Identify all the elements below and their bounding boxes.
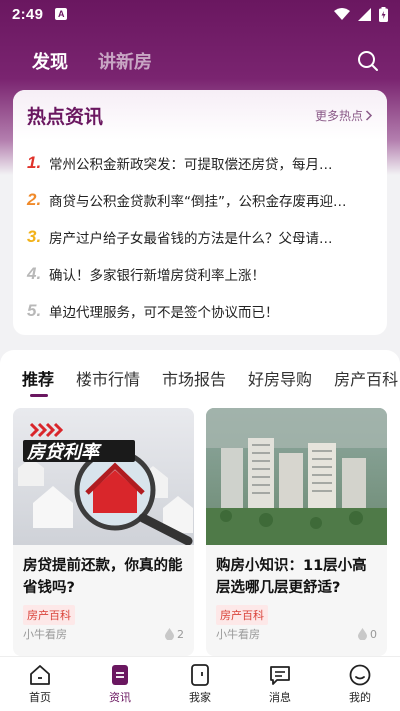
article-footer: 小牛看房 2 xyxy=(23,626,184,642)
article-card[interactable]: 房贷利率 房贷提前还款，你真的能省钱吗? 房产百科 小牛看房 2 xyxy=(13,408,194,656)
tab-label: 推荐 xyxy=(22,370,55,389)
rank-number: 4. xyxy=(27,263,42,283)
author-name: 小牛看房 xyxy=(216,628,260,641)
top-tabs: 发现 讲新房 xyxy=(0,45,400,77)
tab-discover[interactable]: 发现 xyxy=(32,48,68,74)
signal-icon xyxy=(358,7,371,21)
status-time: 2:49 xyxy=(12,5,44,23)
nav-profile[interactable]: 我的 xyxy=(320,657,400,711)
news-headline: 确认！多家银行新增房贷利率上涨！ xyxy=(49,267,265,284)
category-tag: 房产百科 xyxy=(23,605,75,625)
rank-number: 3. xyxy=(27,226,42,246)
tab-market-reports[interactable]: 市场报告 xyxy=(162,366,226,390)
nav-news[interactable]: 资讯 xyxy=(80,657,160,711)
hot-news-item[interactable]: 2. 商贷与公积金贷款利率“倒挂”，公积金存废再迎… xyxy=(27,181,373,218)
news-headline: 单边代理服务，可不是签个协议而已！ xyxy=(49,304,279,321)
article-title: 购房小知识：11层小高层选哪几层更舒适? xyxy=(216,558,367,596)
rank-number: 1. xyxy=(27,152,42,172)
rank-number: 5. xyxy=(27,300,42,320)
news-headline: 常州公积金新政突发：可提取偿还房贷，每月… xyxy=(49,156,333,173)
hot-news-item[interactable]: 5. 单边代理服务，可不是签个协议而已！ xyxy=(27,292,373,329)
article-thumbnail-buildings xyxy=(206,408,387,545)
article-title: 房贷提前还款，你真的能省钱吗? xyxy=(23,558,183,596)
hot-news-item[interactable]: 3. 房产过户给子女最省钱的方法是什么？父母请… xyxy=(27,218,373,255)
nav-label: 我家 xyxy=(189,690,211,704)
like-count-value: 2 xyxy=(177,627,184,641)
wifi-icon xyxy=(334,8,350,20)
my-home-icon xyxy=(191,663,209,686)
hot-news-header: 热点资讯 更多热点 xyxy=(13,90,387,140)
news-feed: 推荐 楼市行情 市场报告 好房导购 房产百科 房贷利率 房贷提前还款，你真的能省… xyxy=(0,350,400,660)
tab-market-trends[interactable]: 楼市行情 xyxy=(76,366,140,390)
news-headline: 商贷与公积金贷款利率“倒挂”，公积金存废再迎… xyxy=(49,193,347,210)
tab-property-wiki[interactable]: 房产百科 xyxy=(334,366,398,390)
status-indicators xyxy=(334,6,388,22)
nav-label: 我的 xyxy=(349,690,371,704)
notification-a-icon: A xyxy=(55,8,68,20)
tab-recommended[interactable]: 推荐 xyxy=(22,366,55,397)
nav-label: 资讯 xyxy=(109,690,131,704)
author-name: 小牛看房 xyxy=(23,628,67,641)
active-tab-indicator xyxy=(30,394,48,397)
home-icon xyxy=(30,664,50,685)
search-icon[interactable] xyxy=(356,49,380,73)
article-cards: 房贷利率 房贷提前还款，你真的能省钱吗? 房产百科 小牛看房 2 购房小知识：1… xyxy=(13,408,387,656)
news-icon xyxy=(112,664,128,685)
apartment-buildings-illustration xyxy=(206,408,387,545)
hot-news-card: 热点资讯 更多热点 1. 常州公积金新政突发：可提取偿还房贷，每月… 2. 商贷… xyxy=(13,90,387,335)
profile-icon xyxy=(349,664,371,685)
like-count[interactable]: 2 xyxy=(165,628,184,641)
status-bar: 2:49 A xyxy=(0,0,400,28)
nav-label: 消息 xyxy=(269,690,291,704)
hot-news-item[interactable]: 1. 常州公积金新政突发：可提取偿还房贷，每月… xyxy=(27,144,373,181)
hot-news-title: 热点资讯 xyxy=(27,105,104,128)
news-headline: 房产过户给子女最省钱的方法是什么？父母请… xyxy=(49,230,333,247)
more-hot-news-label: 更多热点 xyxy=(314,108,363,123)
nav-messages[interactable]: 消息 xyxy=(240,657,320,711)
drop-icon xyxy=(165,628,174,640)
tab-home-guide[interactable]: 好房导购 xyxy=(248,366,312,390)
battery-icon xyxy=(379,6,388,22)
nav-my-home[interactable]: 我家 xyxy=(160,657,240,711)
nav-label: 首页 xyxy=(29,690,51,704)
nav-home[interactable]: 首页 xyxy=(0,657,80,711)
message-icon xyxy=(270,665,290,685)
mortgage-rate-illustration: 房贷利率 xyxy=(13,408,194,545)
article-thumbnail-mortgage: 房贷利率 xyxy=(13,408,194,545)
article-footer: 小牛看房 0 xyxy=(216,626,377,642)
category-tabs: 推荐 楼市行情 市场报告 好房导购 房产百科 xyxy=(0,350,400,406)
bottom-navigation: 首页 资讯 我家 消息 我的 xyxy=(0,656,400,711)
rank-number: 2. xyxy=(27,189,42,209)
tab-new-homes[interactable]: 讲新房 xyxy=(98,48,152,74)
drop-icon xyxy=(358,628,367,640)
hot-news-item[interactable]: 4. 确认！多家银行新增房贷利率上涨！ xyxy=(27,255,373,292)
article-card[interactable]: 购房小知识：11层小高层选哪几层更舒适? 房产百科 小牛看房 0 xyxy=(206,408,387,656)
like-count[interactable]: 0 xyxy=(358,628,377,641)
like-count-value: 0 xyxy=(370,627,377,641)
hot-news-list: 1. 常州公积金新政突发：可提取偿还房贷，每月… 2. 商贷与公积金贷款利率“倒… xyxy=(13,140,387,329)
banner-text: 房贷利率 xyxy=(26,442,102,463)
more-hot-news-link[interactable]: 更多热点 xyxy=(315,107,373,124)
category-tag: 房产百科 xyxy=(216,605,268,625)
chevron-right-icon xyxy=(365,109,373,121)
